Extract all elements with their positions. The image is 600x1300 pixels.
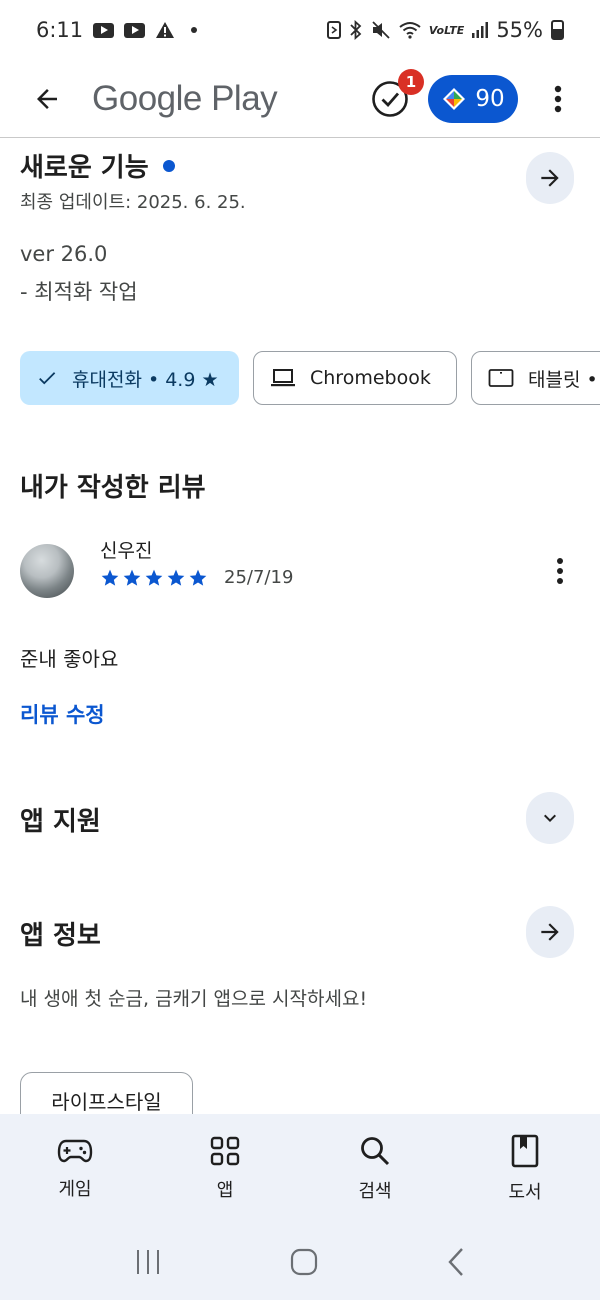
more-vert-icon: [554, 85, 562, 112]
recent-apps-button[interactable]: [134, 1249, 162, 1279]
arrow-forward-icon: [541, 923, 559, 941]
warning-icon: [155, 21, 175, 39]
app-support-expand-button[interactable]: [526, 792, 574, 844]
search-icon: [361, 1137, 390, 1166]
chip-phone[interactable]: 휴대전화 • 4.9 ★: [20, 351, 239, 405]
chip-chromebook[interactable]: Chromebook: [253, 351, 457, 405]
chip-chromebook-label: Chromebook: [310, 367, 431, 389]
nav-label-search: 검색: [358, 1181, 392, 1202]
laptop-icon: [271, 369, 295, 387]
app-description: 내 생애 첫 순금, 금캐기 앱으로 시작하세요!: [20, 988, 368, 1010]
app-details-content[interactable]: 새로운 기능 최종 업데이트: 2025. 6. 25. ver 26.0 - …: [0, 139, 600, 1114]
review-text: 준내 좋아요: [20, 647, 119, 671]
mute-icon: [371, 21, 391, 39]
app-info-title: 앱 정보: [20, 921, 101, 951]
chip-tablet-label: 태블릿 • 4: [528, 368, 600, 391]
nav-label-apps: 앱: [216, 1180, 234, 1201]
notification-badge: 1: [398, 68, 424, 95]
app-bar: Google Play 1 90: [0, 60, 600, 138]
category-chip[interactable]: 라이프스타일: [20, 1072, 193, 1114]
chip-tablet[interactable]: 태블릿 • 4: [471, 351, 600, 405]
category-label: 라이프스타일: [51, 1089, 162, 1114]
check-icon: [39, 372, 56, 385]
new-indicator-dot: [162, 159, 175, 172]
my-review-title: 내가 작성한 리뷰: [20, 473, 206, 503]
nav-item-games[interactable]: 게임: [0, 1114, 150, 1224]
version-text: ver 26.0: [20, 242, 108, 266]
app-support-title: 앱 지원: [20, 807, 101, 837]
last-updated-text: 최종 업데이트: 2025. 6. 25.: [20, 192, 246, 213]
edit-review-link[interactable]: 리뷰 수정: [20, 699, 105, 729]
notifications-button[interactable]: 1: [366, 68, 424, 123]
play-points-button[interactable]: 90: [428, 74, 518, 123]
review-more-button[interactable]: [550, 557, 570, 587]
volte-icon: VoLTE: [428, 23, 465, 37]
book-icon: [511, 1134, 539, 1168]
whats-new-header: 새로운 기능: [20, 147, 175, 184]
more-options-button[interactable]: [536, 72, 580, 126]
star-icon: [101, 569, 119, 586]
arrow-forward-icon: [541, 169, 559, 187]
status-bar: 6:11 VoLTE 55%: [0, 0, 600, 60]
nfc-icon: [326, 21, 341, 39]
star-icon: [167, 569, 185, 586]
bottom-navigation: 게임 앱 검색 도서: [0, 1114, 600, 1300]
more-vert-icon: [557, 558, 563, 584]
app-info-arrow-button[interactable]: [526, 906, 574, 958]
star-icon: [189, 569, 207, 586]
release-notes-text: - 최적화 작업: [20, 280, 138, 304]
arrow-back-icon: [37, 88, 57, 109]
signal-icon: [472, 22, 489, 38]
nav-item-apps[interactable]: 앱: [150, 1114, 300, 1224]
tablet-icon: [488, 369, 514, 387]
play-points-icon: [443, 87, 466, 110]
youtube-notification-icon: [124, 22, 146, 38]
nav-label-books: 도서: [508, 1182, 542, 1203]
review-author: 신우진: [100, 540, 153, 562]
app-title: Google Play: [92, 78, 278, 118]
chip-phone-label: 휴대전화 • 4.9 ★: [72, 368, 219, 391]
more-notifications-icon: [191, 27, 198, 33]
home-button[interactable]: [290, 1248, 318, 1280]
nav-item-books[interactable]: 도서: [450, 1114, 600, 1224]
battery-percentage: 55%: [496, 18, 543, 42]
avatar: [20, 544, 74, 598]
wifi-icon: [399, 21, 421, 39]
points-count: 90: [475, 85, 505, 112]
apps-grid-icon: [210, 1136, 240, 1166]
back-button[interactable]: [20, 72, 74, 126]
home-icon: [290, 1248, 318, 1276]
whats-new-title: 새로운 기능: [20, 153, 149, 183]
status-time: 6:11: [36, 18, 84, 42]
star-icon: [145, 569, 163, 586]
nav-label-games: 게임: [58, 1179, 92, 1200]
nav-item-search[interactable]: 검색: [300, 1114, 450, 1224]
review-date: 25/7/19: [224, 567, 294, 588]
chevron-down-icon: [544, 814, 556, 822]
gamepad-icon: [57, 1139, 93, 1163]
youtube-notification-icon: [93, 22, 115, 38]
star-rating: [100, 568, 208, 588]
review-rating-row: 25/7/19: [100, 567, 293, 588]
back-chevron-icon: [448, 1248, 463, 1276]
recent-apps-icon: [137, 1250, 159, 1274]
star-icon: [123, 569, 141, 586]
system-navigation-bar: [0, 1234, 600, 1294]
bluetooth-icon: [349, 20, 363, 40]
system-back-button[interactable]: [446, 1247, 466, 1281]
device-filter-chips: 휴대전화 • 4.9 ★ Chromebook 태블릿 • 4: [20, 351, 600, 405]
battery-icon: [551, 20, 564, 40]
whats-new-arrow-button[interactable]: [526, 152, 574, 204]
